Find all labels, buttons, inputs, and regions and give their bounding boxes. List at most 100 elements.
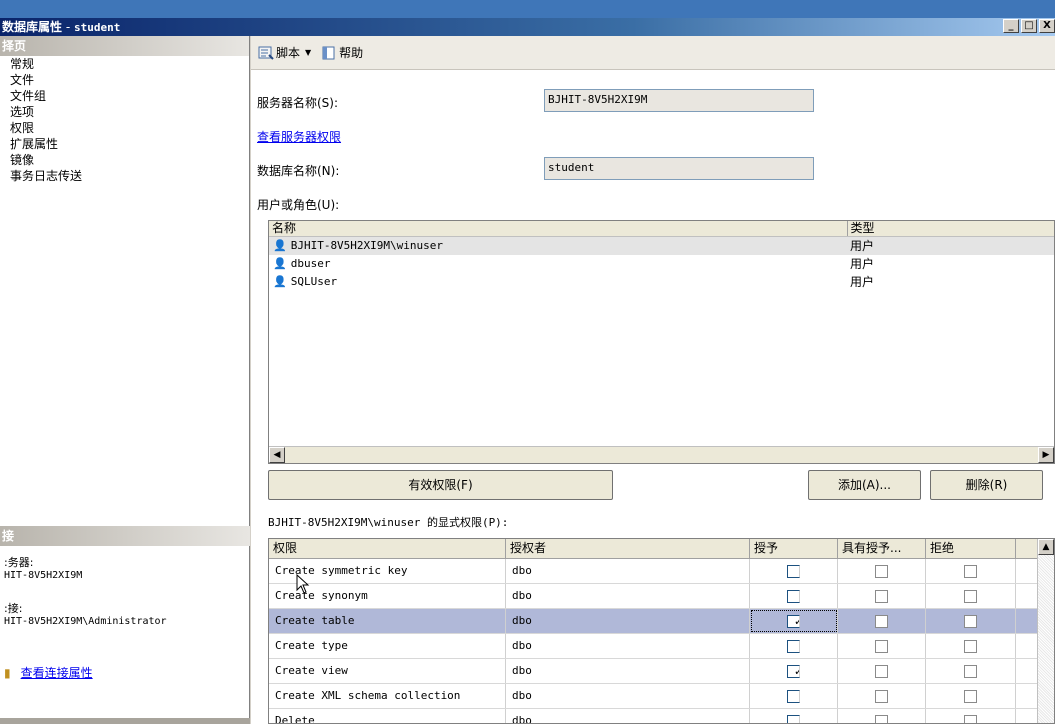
deny-checkbox[interactable] — [964, 639, 977, 653]
with-grant-checkbox[interactable] — [875, 589, 888, 603]
remove-button[interactable]: 删除(R) — [930, 470, 1043, 500]
grant-checkbox[interactable] — [787, 589, 800, 603]
mouse-cursor-icon — [296, 574, 310, 594]
user-name: BJHIT-8V5H2XI9M\winuser — [290, 239, 444, 252]
nav-item-log-shipping[interactable]: 事务日志传送 — [10, 168, 249, 184]
database-name-label: 数据库名称(N): — [257, 164, 340, 178]
grant-checkbox[interactable] — [787, 639, 800, 653]
desktop-strip — [0, 0, 1055, 18]
deny-checkbox[interactable] — [964, 589, 977, 603]
server-name-label: 服务器名称(S): — [257, 96, 339, 110]
chevron-down-icon: ▼ — [305, 48, 312, 57]
explicit-permissions-label: BJHIT-8V5H2XI9M\winuser 的显式权限(P): — [268, 516, 509, 529]
effective-permissions-button[interactable]: 有效权限(F) — [268, 470, 613, 500]
nav-item-mirroring[interactable]: 镜像 — [10, 152, 249, 168]
grant-cell: ✓ — [750, 659, 838, 683]
user-type: 用户 — [850, 257, 875, 271]
with-grant-checkbox[interactable] — [875, 614, 888, 628]
database-name-field[interactable]: student — [544, 157, 814, 180]
with-grant-checkbox[interactable] — [875, 639, 888, 653]
scroll-left-icon[interactable]: ◀ — [269, 447, 285, 463]
grant-checkbox[interactable] — [787, 689, 800, 703]
deny-checkbox[interactable] — [964, 664, 977, 678]
table-row[interactable]: Create type dbo — [269, 634, 1054, 659]
connection-header: 接 — [0, 526, 250, 546]
script-button[interactable]: 脚本 ▼ — [255, 42, 314, 63]
user-name: dbuser — [290, 257, 331, 270]
with-grant-checkbox[interactable] — [875, 689, 888, 703]
scroll-up-icon[interactable]: ▲ — [1038, 539, 1054, 555]
permission-name: Create type — [269, 634, 506, 658]
grant-cell — [750, 559, 838, 583]
connection-info: :务器: HIT-8V5H2XI9M :接: HIT-8V5H2XI9M\Adm… — [4, 556, 167, 628]
permissions-grid: 权限 授权者 授予 具有授予... 拒绝 Create symmetric ke… — [268, 538, 1055, 724]
table-row[interactable]: Create synonym dbo — [269, 584, 1054, 609]
users-list: 名称 类型 👤 BJHIT-8V5H2XI9M\winuser 用户 👤 dbuse… — [268, 220, 1055, 464]
grant-cell — [750, 709, 838, 723]
help-button[interactable]: 帮助 — [318, 42, 366, 63]
table-row[interactable]: Create XML schema collection dbo — [269, 684, 1054, 709]
table-row[interactable]: Create symmetric key dbo — [269, 559, 1054, 584]
window-controls: _ □ X — [1003, 19, 1055, 33]
list-item[interactable]: 👤 SQLUser 用户 — [269, 273, 1054, 291]
horizontal-scrollbar[interactable]: ◀ ▶ — [269, 446, 1054, 463]
server-name-field[interactable]: BJHIT-8V5H2XI9M — [544, 89, 814, 112]
deny-checkbox[interactable] — [964, 564, 977, 578]
deny-cell — [926, 709, 1016, 723]
table-row[interactable]: Delete dbo — [269, 709, 1054, 723]
user-name: SQLUser — [290, 275, 338, 288]
with-grant-checkbox[interactable] — [875, 664, 888, 678]
deny-cell — [926, 659, 1016, 683]
table-row[interactable]: Create tabledbo ✓ — [269, 609, 1054, 634]
deny-checkbox[interactable] — [964, 614, 977, 628]
deny-checkbox[interactable] — [964, 714, 977, 723]
list-item[interactable]: 👤 dbuser 用户 — [269, 255, 1054, 273]
column-deny[interactable]: 拒绝 — [926, 539, 1016, 558]
nav-item-extended-properties[interactable]: 扩展属性 — [10, 136, 249, 152]
minimize-button[interactable]: _ — [1003, 19, 1019, 33]
grant-checkbox[interactable] — [787, 714, 800, 723]
with-grant-cell — [838, 609, 926, 633]
add-button[interactable]: 添加(A)... — [808, 470, 921, 500]
with-grant-checkbox[interactable] — [875, 714, 888, 723]
table-row[interactable]: Create viewdbo ✓ — [269, 659, 1054, 684]
grant-checkbox[interactable]: ✓ — [787, 614, 800, 628]
close-button[interactable]: X — [1039, 19, 1055, 33]
grant-checkbox[interactable] — [787, 564, 800, 578]
column-grantor[interactable]: 授权者 — [506, 539, 750, 558]
left-pane: 择页 常规 文件 文件组 选项 权限 扩展属性 镜像 事务日志传送 接 :务器:… — [0, 36, 250, 724]
grant-cell — [750, 684, 838, 708]
with-grant-cell — [838, 584, 926, 608]
column-name[interactable]: 名称 — [269, 221, 848, 236]
nav-item-options[interactable]: 选项 — [10, 104, 249, 120]
nav-item-filegroups[interactable]: 文件组 — [10, 88, 249, 104]
view-server-permissions-link[interactable]: 查看服务器权限 — [257, 128, 341, 145]
deny-checkbox[interactable] — [964, 689, 977, 703]
help-label: 帮助 — [339, 46, 364, 60]
nav-item-general[interactable]: 常规 — [10, 56, 249, 72]
nav-item-permissions[interactable]: 权限 — [10, 120, 249, 136]
column-type[interactable]: 类型 — [848, 221, 1054, 236]
deny-cell — [926, 634, 1016, 658]
view-connection-properties-link[interactable]: 查看连接属性 — [21, 666, 93, 680]
with-grant-cell — [838, 684, 926, 708]
nav-item-files[interactable]: 文件 — [10, 72, 249, 88]
user-icon: 👤 — [273, 257, 287, 270]
page-nav: 常规 文件 文件组 选项 权限 扩展属性 镜像 事务日志传送 — [0, 56, 249, 184]
vertical-scrollbar[interactable]: ▲ — [1037, 539, 1054, 723]
column-permission[interactable]: 权限 — [269, 539, 506, 558]
users-list-header: 名称 类型 — [269, 221, 1054, 237]
permission-grantor: dbo — [506, 559, 750, 583]
grant-cell — [750, 634, 838, 658]
script-label: 脚本 — [276, 46, 301, 60]
column-grant[interactable]: 授予 — [750, 539, 838, 558]
scroll-right-icon[interactable]: ▶ — [1038, 447, 1054, 463]
maximize-button[interactable]: □ — [1021, 19, 1037, 33]
list-item[interactable]: 👤 BJHIT-8V5H2XI9M\winuser 用户 — [269, 237, 1054, 255]
column-with-grant[interactable]: 具有授予... — [838, 539, 926, 558]
users-roles-label: 用户或角色(U): — [257, 198, 340, 212]
deny-cell — [926, 584, 1016, 608]
grant-checkbox[interactable]: ✓ — [787, 664, 800, 678]
with-grant-checkbox[interactable] — [875, 564, 888, 578]
progress-header — [0, 718, 250, 724]
